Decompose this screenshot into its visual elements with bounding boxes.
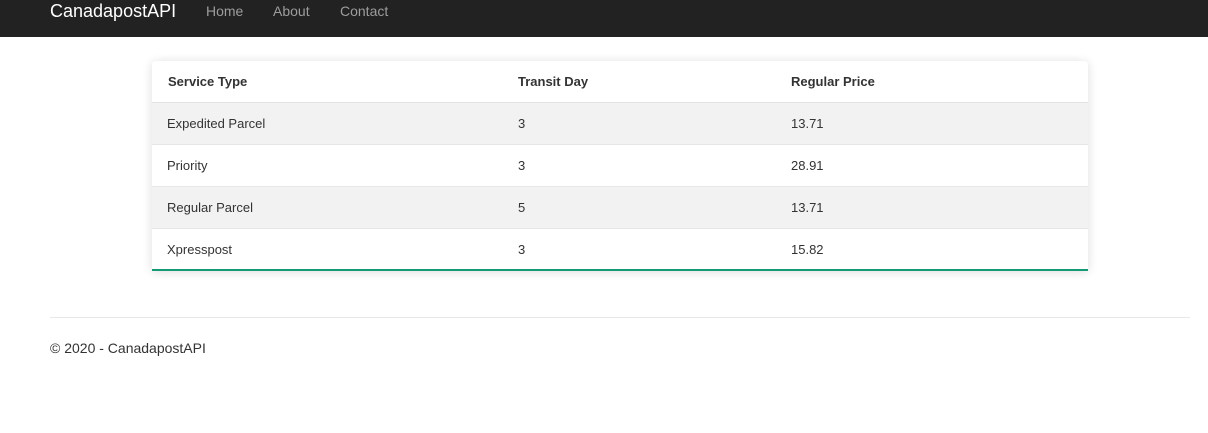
table-row: Xpresspost 3 15.82: [152, 228, 1088, 269]
nav-contact-link[interactable]: Contact: [340, 3, 388, 19]
header-service-type: Service Type: [152, 61, 502, 103]
cell-regular-price: 13.71: [775, 186, 1088, 229]
header-transit-day: Transit Day: [502, 61, 775, 103]
nav-home-link[interactable]: Home: [206, 3, 243, 19]
rates-table: Service Type Transit Day Regular Price E…: [152, 61, 1088, 269]
cell-regular-price: 13.71: [775, 102, 1088, 145]
cell-service-type: Expedited Parcel: [152, 102, 502, 145]
top-navbar: CanadapostAPI Home About Contact: [0, 0, 1208, 37]
rates-table-card: Service Type Transit Day Regular Price E…: [152, 61, 1088, 271]
cell-transit-day: 5: [502, 186, 775, 229]
cell-transit-day: 3: [502, 144, 775, 187]
table-header-row: Service Type Transit Day Regular Price: [152, 61, 1088, 103]
header-regular-price: Regular Price: [775, 61, 1088, 103]
cell-service-type: Regular Parcel: [152, 186, 502, 229]
cell-regular-price: 28.91: [775, 144, 1088, 187]
cell-service-type: Priority: [152, 144, 502, 187]
footer-divider: [50, 317, 1190, 318]
cell-transit-day: 3: [502, 228, 775, 269]
nav-about-link[interactable]: About: [273, 3, 310, 19]
footer-copyright: © 2020 - CanadapostAPI: [50, 340, 206, 356]
table-row: Regular Parcel 5 13.71: [152, 186, 1088, 229]
cell-service-type: Xpresspost: [152, 228, 502, 269]
table-row: Expedited Parcel 3 13.71: [152, 102, 1088, 145]
brand-link[interactable]: CanadapostAPI: [50, 1, 176, 21]
cell-transit-day: 3: [502, 102, 775, 145]
cell-regular-price: 15.82: [775, 228, 1088, 269]
table-row: Priority 3 28.91: [152, 144, 1088, 187]
